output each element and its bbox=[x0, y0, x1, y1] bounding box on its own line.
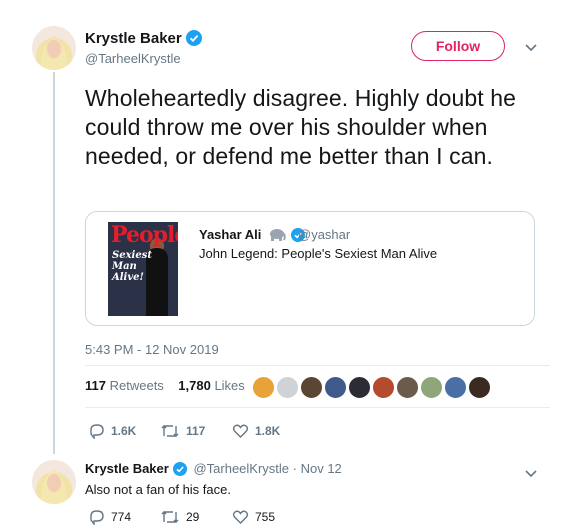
likes-stat[interactable]: 1,780 Likes bbox=[178, 378, 245, 393]
liker-avatar[interactable] bbox=[276, 376, 299, 399]
reply-like-action[interactable]: 755 bbox=[232, 509, 275, 525]
author-avatar[interactable] bbox=[32, 26, 76, 70]
elephant-icon bbox=[268, 228, 286, 244]
magazine-logo: People bbox=[111, 222, 178, 248]
like-icon bbox=[232, 424, 249, 438]
liker-avatar[interactable] bbox=[324, 376, 347, 399]
quoted-tweet-thumbnail: People Sexiest Man Alive! bbox=[108, 222, 178, 316]
liker-avatar[interactable] bbox=[300, 376, 323, 399]
reply-icon bbox=[90, 424, 104, 439]
chevron-down-icon[interactable] bbox=[524, 40, 538, 58]
like-icon bbox=[232, 510, 249, 524]
liker-avatar[interactable] bbox=[348, 376, 371, 399]
liker-avatar[interactable] bbox=[420, 376, 443, 399]
quoted-tweet-text: John Legend: People's Sexiest Man Alive bbox=[199, 246, 438, 261]
retweet-action[interactable]: 117 bbox=[160, 423, 205, 439]
reply-header: Krystle Baker @TarheelKrystle · Nov 12 bbox=[85, 461, 342, 479]
like-action[interactable]: 1.8K bbox=[232, 423, 280, 439]
reply-retweet-action[interactable]: 29 bbox=[160, 509, 199, 525]
retweet-icon bbox=[161, 425, 179, 437]
reply-icon bbox=[90, 510, 104, 525]
thread-line bbox=[53, 72, 55, 454]
divider bbox=[85, 407, 550, 408]
retweet-icon bbox=[161, 511, 179, 523]
liker-avatar[interactable] bbox=[372, 376, 395, 399]
engagement-stats: 117 Retweets 1,780 Likes bbox=[85, 378, 245, 393]
tweet-timestamp[interactable]: 5:43 PM - 12 Nov 2019 bbox=[85, 342, 219, 357]
verified-badge-icon bbox=[172, 462, 187, 479]
reply-text: Also not a fan of his face. bbox=[85, 482, 231, 497]
reply-author-avatar[interactable] bbox=[32, 460, 76, 504]
verified-badge-icon bbox=[185, 30, 202, 50]
follow-button[interactable]: Follow bbox=[411, 31, 505, 61]
divider bbox=[85, 365, 550, 366]
reply-reply-action[interactable]: 774 bbox=[88, 509, 131, 525]
quoted-author-handle: @yashar bbox=[298, 227, 351, 242]
liker-avatar[interactable] bbox=[468, 376, 491, 399]
tweet-text: Wholeheartedly disagree. Highly doubt he… bbox=[85, 85, 517, 169]
magazine-cover-text: Sexiest Man Alive! bbox=[112, 250, 152, 283]
chevron-down-icon[interactable] bbox=[524, 466, 538, 484]
author-handle[interactable]: @TarheelKrystle bbox=[85, 51, 181, 66]
author-name[interactable]: Krystle Baker bbox=[85, 30, 202, 50]
liker-avatar[interactable] bbox=[444, 376, 467, 399]
reply-author-handle[interactable]: @TarheelKrystle bbox=[193, 461, 289, 476]
quoted-tweet-card[interactable]: People Sexiest Man Alive! Yashar Ali @ya… bbox=[85, 211, 535, 326]
retweets-stat[interactable]: 117 Retweets bbox=[85, 378, 164, 393]
reply-author-name[interactable]: Krystle Baker bbox=[85, 461, 169, 476]
liker-avatar[interactable] bbox=[252, 376, 275, 399]
reply-date[interactable]: · Nov 12 bbox=[293, 461, 342, 476]
quoted-author-name: Yashar Ali bbox=[199, 227, 305, 245]
liker-avatar[interactable] bbox=[396, 376, 419, 399]
reply-action[interactable]: 1.6K bbox=[88, 423, 136, 439]
